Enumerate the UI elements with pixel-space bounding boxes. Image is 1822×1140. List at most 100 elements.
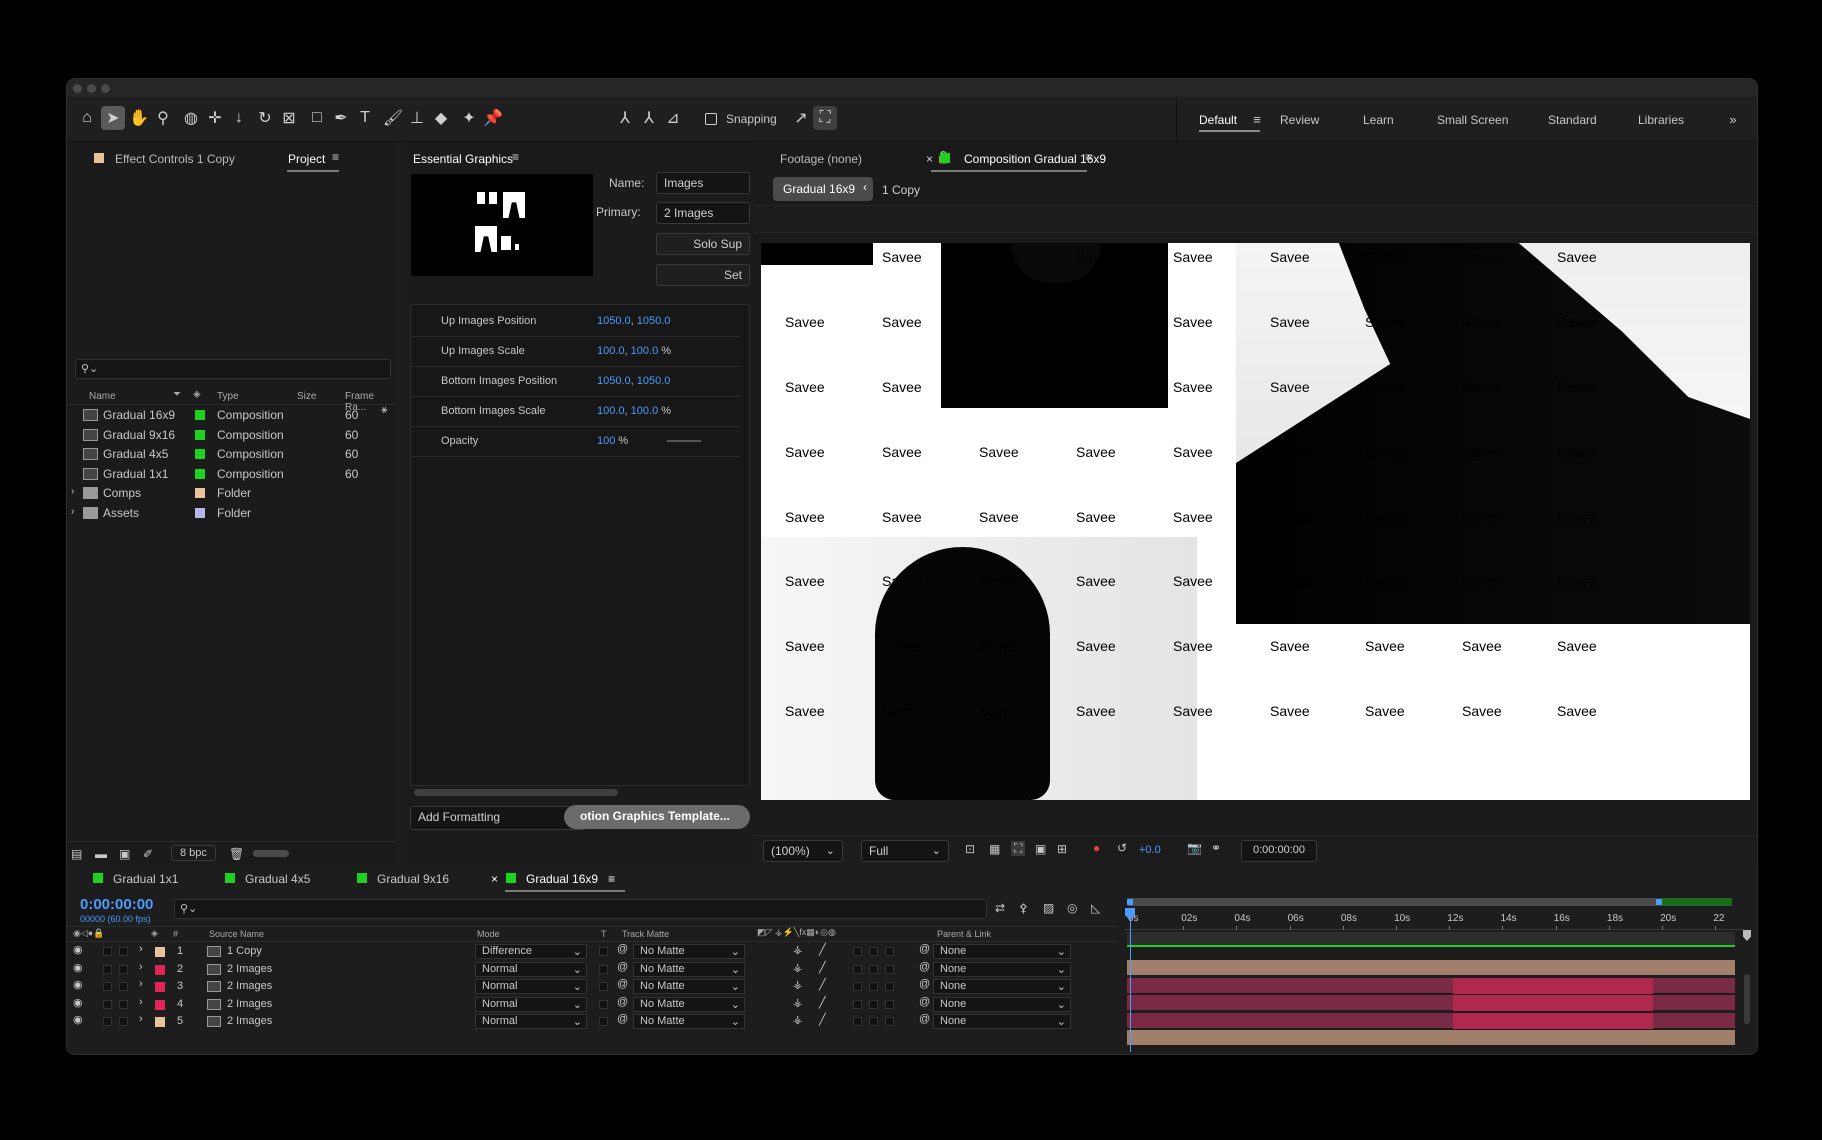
track-matte-dropdown[interactable]: No Matte ⌄ bbox=[633, 961, 745, 977]
project-item[interactable]: Gradual 4x5 Composition 60 bbox=[67, 445, 397, 464]
preserve-transparency-switch[interactable] bbox=[599, 982, 608, 991]
essential-graphics-title[interactable]: Essential Graphics bbox=[413, 152, 513, 166]
track-matte-dropdown[interactable]: No Matte ⌄ bbox=[633, 944, 745, 959]
work-area-start-handle[interactable] bbox=[1127, 899, 1133, 905]
axis-view-icon[interactable]: ⊿ bbox=[661, 106, 685, 130]
rectangle-tool-icon[interactable]: □ bbox=[305, 106, 329, 130]
layer-duration-bar[interactable] bbox=[1127, 1012, 1735, 1029]
solo-switch[interactable] bbox=[103, 964, 112, 974]
time-ruler[interactable]: 0s 02s 04s 06s 08s 10s 12s 14s 16s 18s 20s 22 bbox=[1124, 908, 1744, 930]
3d-layer-switch[interactable] bbox=[885, 1017, 894, 1026]
type-tool-icon[interactable]: T bbox=[353, 106, 377, 130]
label-color-swatch[interactable] bbox=[195, 507, 205, 518]
flowchart-icon[interactable]: ⚹ bbox=[381, 404, 388, 417]
layer-name[interactable]: 2 Images bbox=[227, 998, 272, 1010]
column-name[interactable]: Name bbox=[89, 391, 116, 402]
parent-pickwhip-icon[interactable]: @ bbox=[919, 943, 930, 955]
resolution-dropdown[interactable]: Full ⌄ bbox=[861, 840, 949, 862]
blend-mode-dropdown[interactable]: Normal ⌄ bbox=[475, 1014, 587, 1029]
parent-dropdown[interactable]: None ⌄ bbox=[933, 961, 1071, 977]
expand-chevron-icon[interactable]: › bbox=[139, 1013, 143, 1025]
axis-local-icon[interactable]: ⅄ bbox=[613, 106, 637, 130]
layer-duration-bar[interactable] bbox=[1127, 995, 1735, 1011]
lock-switch[interactable] bbox=[119, 1017, 128, 1026]
eye-visibility-icon[interactable]: ◉ bbox=[73, 978, 83, 991]
workspace-standard[interactable]: Standard bbox=[1548, 113, 1597, 127]
parent-dropdown[interactable]: None ⌄ bbox=[933, 1014, 1071, 1029]
eye-visibility-icon[interactable]: ◉ bbox=[73, 1013, 83, 1026]
preserve-transparency-switch[interactable] bbox=[599, 999, 608, 1009]
quality-icon[interactable]: ╱ bbox=[819, 1013, 826, 1026]
chevron-double-right-icon[interactable]: » bbox=[1721, 107, 1745, 131]
column-track-matte[interactable]: Track Matte bbox=[622, 929, 669, 939]
parent-pickwhip-icon[interactable]: @ bbox=[919, 978, 930, 990]
motion-blur-switch[interactable] bbox=[853, 964, 862, 974]
blend-mode-dropdown[interactable]: Normal ⌄ bbox=[475, 979, 587, 994]
home-icon[interactable]: ⌂ bbox=[75, 106, 99, 130]
column-type[interactable]: Type bbox=[217, 391, 239, 402]
motion-blur-switch[interactable] bbox=[853, 999, 862, 1009]
project-item[interactable]: Gradual 16x9 Composition 60 bbox=[67, 406, 397, 425]
axis-world-icon[interactable]: ⅄ bbox=[637, 106, 661, 130]
motion-blur-switch[interactable] bbox=[853, 947, 862, 956]
label-color-swatch[interactable] bbox=[195, 429, 205, 440]
current-time-display[interactable]: 0:00:00:00 bbox=[80, 896, 153, 913]
project-menu-icon[interactable]: ≡ bbox=[332, 150, 339, 164]
layer-duration-bar[interactable] bbox=[1127, 960, 1735, 976]
collapse-transform-icon[interactable]: ⚶ bbox=[793, 1013, 802, 1026]
eraser-tool-icon[interactable]: ◆ bbox=[429, 106, 453, 130]
workspace-menu-icon[interactable]: ≡ bbox=[1245, 107, 1269, 131]
adjustment-layer-switch[interactable] bbox=[869, 947, 878, 956]
collapse-transform-icon[interactable]: ⚶ bbox=[793, 978, 802, 991]
label-color-swatch[interactable] bbox=[195, 468, 205, 479]
track-matte-dropdown[interactable]: No Matte ⌄ bbox=[633, 1014, 745, 1029]
parent-pickwhip-icon[interactable]: @ bbox=[919, 996, 930, 1008]
project-item[interactable]: Gradual 1x1 Composition 60 bbox=[67, 465, 397, 484]
roto-brush-tool-icon[interactable]: ✦ bbox=[457, 106, 481, 130]
thumbnail-slider[interactable] bbox=[253, 850, 289, 857]
minimize-window-button[interactable] bbox=[87, 84, 96, 93]
label-color-swatch[interactable] bbox=[155, 964, 165, 975]
transparency-grid-icon[interactable]: ▦ bbox=[989, 842, 1000, 856]
workspace-learn[interactable]: Learn bbox=[1363, 113, 1394, 127]
property-value-y[interactable]: 1050.0 bbox=[637, 315, 671, 327]
collapse-transform-icon[interactable]: ⚶ bbox=[793, 943, 802, 956]
parent-dropdown[interactable]: None ⌄ bbox=[933, 944, 1071, 959]
expand-chevron-icon[interactable]: › bbox=[139, 978, 143, 990]
solo-supported-button[interactable]: Solo Sup bbox=[656, 233, 750, 255]
close-tab-icon[interactable]: × bbox=[491, 872, 498, 886]
switches-icons[interactable]: ◩◸ ⚶⚡╲fx▦◐◎◍ bbox=[757, 927, 836, 938]
workspace-libraries[interactable]: Libraries bbox=[1638, 113, 1684, 127]
breadcrumb-active[interactable]: Gradual 16x9 ‹ bbox=[773, 177, 873, 201]
layer-name[interactable]: 1 Copy bbox=[227, 945, 262, 957]
add-formatting-dropdown[interactable]: Add Formatting ⌄ bbox=[410, 806, 586, 830]
comp-flowchart-icon[interactable]: ⇄ bbox=[995, 901, 1005, 915]
property-value-x[interactable]: 100.0 bbox=[597, 345, 625, 357]
show-snapshot-icon[interactable]: ⚭ bbox=[1211, 841, 1221, 855]
collapse-transform-icon[interactable]: ⚶ bbox=[793, 996, 802, 1009]
property-value-x[interactable]: 1050.0 bbox=[597, 315, 631, 327]
workspace-default[interactable]: Default bbox=[1199, 113, 1237, 127]
show-channel-icon[interactable]: ● bbox=[1093, 841, 1100, 855]
bpc-button[interactable]: 8 bpc bbox=[171, 845, 216, 861]
preserve-transparency-switch[interactable] bbox=[599, 1017, 608, 1026]
snap-features-icon[interactable]: ⛶ bbox=[813, 106, 837, 130]
property-value-y[interactable]: 1050.0 bbox=[637, 375, 671, 387]
3d-layer-switch[interactable] bbox=[885, 964, 894, 974]
column-mode[interactable]: Mode bbox=[477, 929, 500, 939]
project-item[interactable]: Gradual 9x16 Composition 60 bbox=[67, 426, 397, 445]
layer-row[interactable]: ◉ › 4 2 Images Normal ⌄ @ No Matte ⌄ ⚶ ╱ @ None ⌄ bbox=[67, 996, 1117, 1013]
tab-effect-controls[interactable]: Effect Controls 1 Copy bbox=[115, 152, 235, 166]
composition-canvas[interactable]: Savee Savee Savee Savee Savee Savee Savee Savee… bbox=[761, 243, 1750, 800]
dolly-camera-icon[interactable]: ↓ bbox=[227, 106, 251, 130]
viewer-menu-icon[interactable]: ≡ bbox=[1085, 150, 1092, 164]
essential-graphics-menu-icon[interactable]: ≡ bbox=[512, 150, 519, 164]
workspace-small-screen[interactable]: Small Screen bbox=[1437, 113, 1508, 127]
lock-switch[interactable] bbox=[119, 999, 128, 1009]
time-graph[interactable]: 0s 02s 04s 06s 08s 10s 12s 14s 16s 18s 20s 22 bbox=[1124, 894, 1757, 1054]
adjustment-layer-switch[interactable] bbox=[869, 1017, 878, 1026]
quality-icon[interactable]: ╱ bbox=[819, 943, 826, 956]
parent-dropdown[interactable]: None ⌄ bbox=[933, 979, 1071, 994]
timeline-menu-icon[interactable]: ≡ bbox=[608, 872, 615, 886]
track-matte-pickwhip-icon[interactable]: @ bbox=[617, 961, 628, 973]
